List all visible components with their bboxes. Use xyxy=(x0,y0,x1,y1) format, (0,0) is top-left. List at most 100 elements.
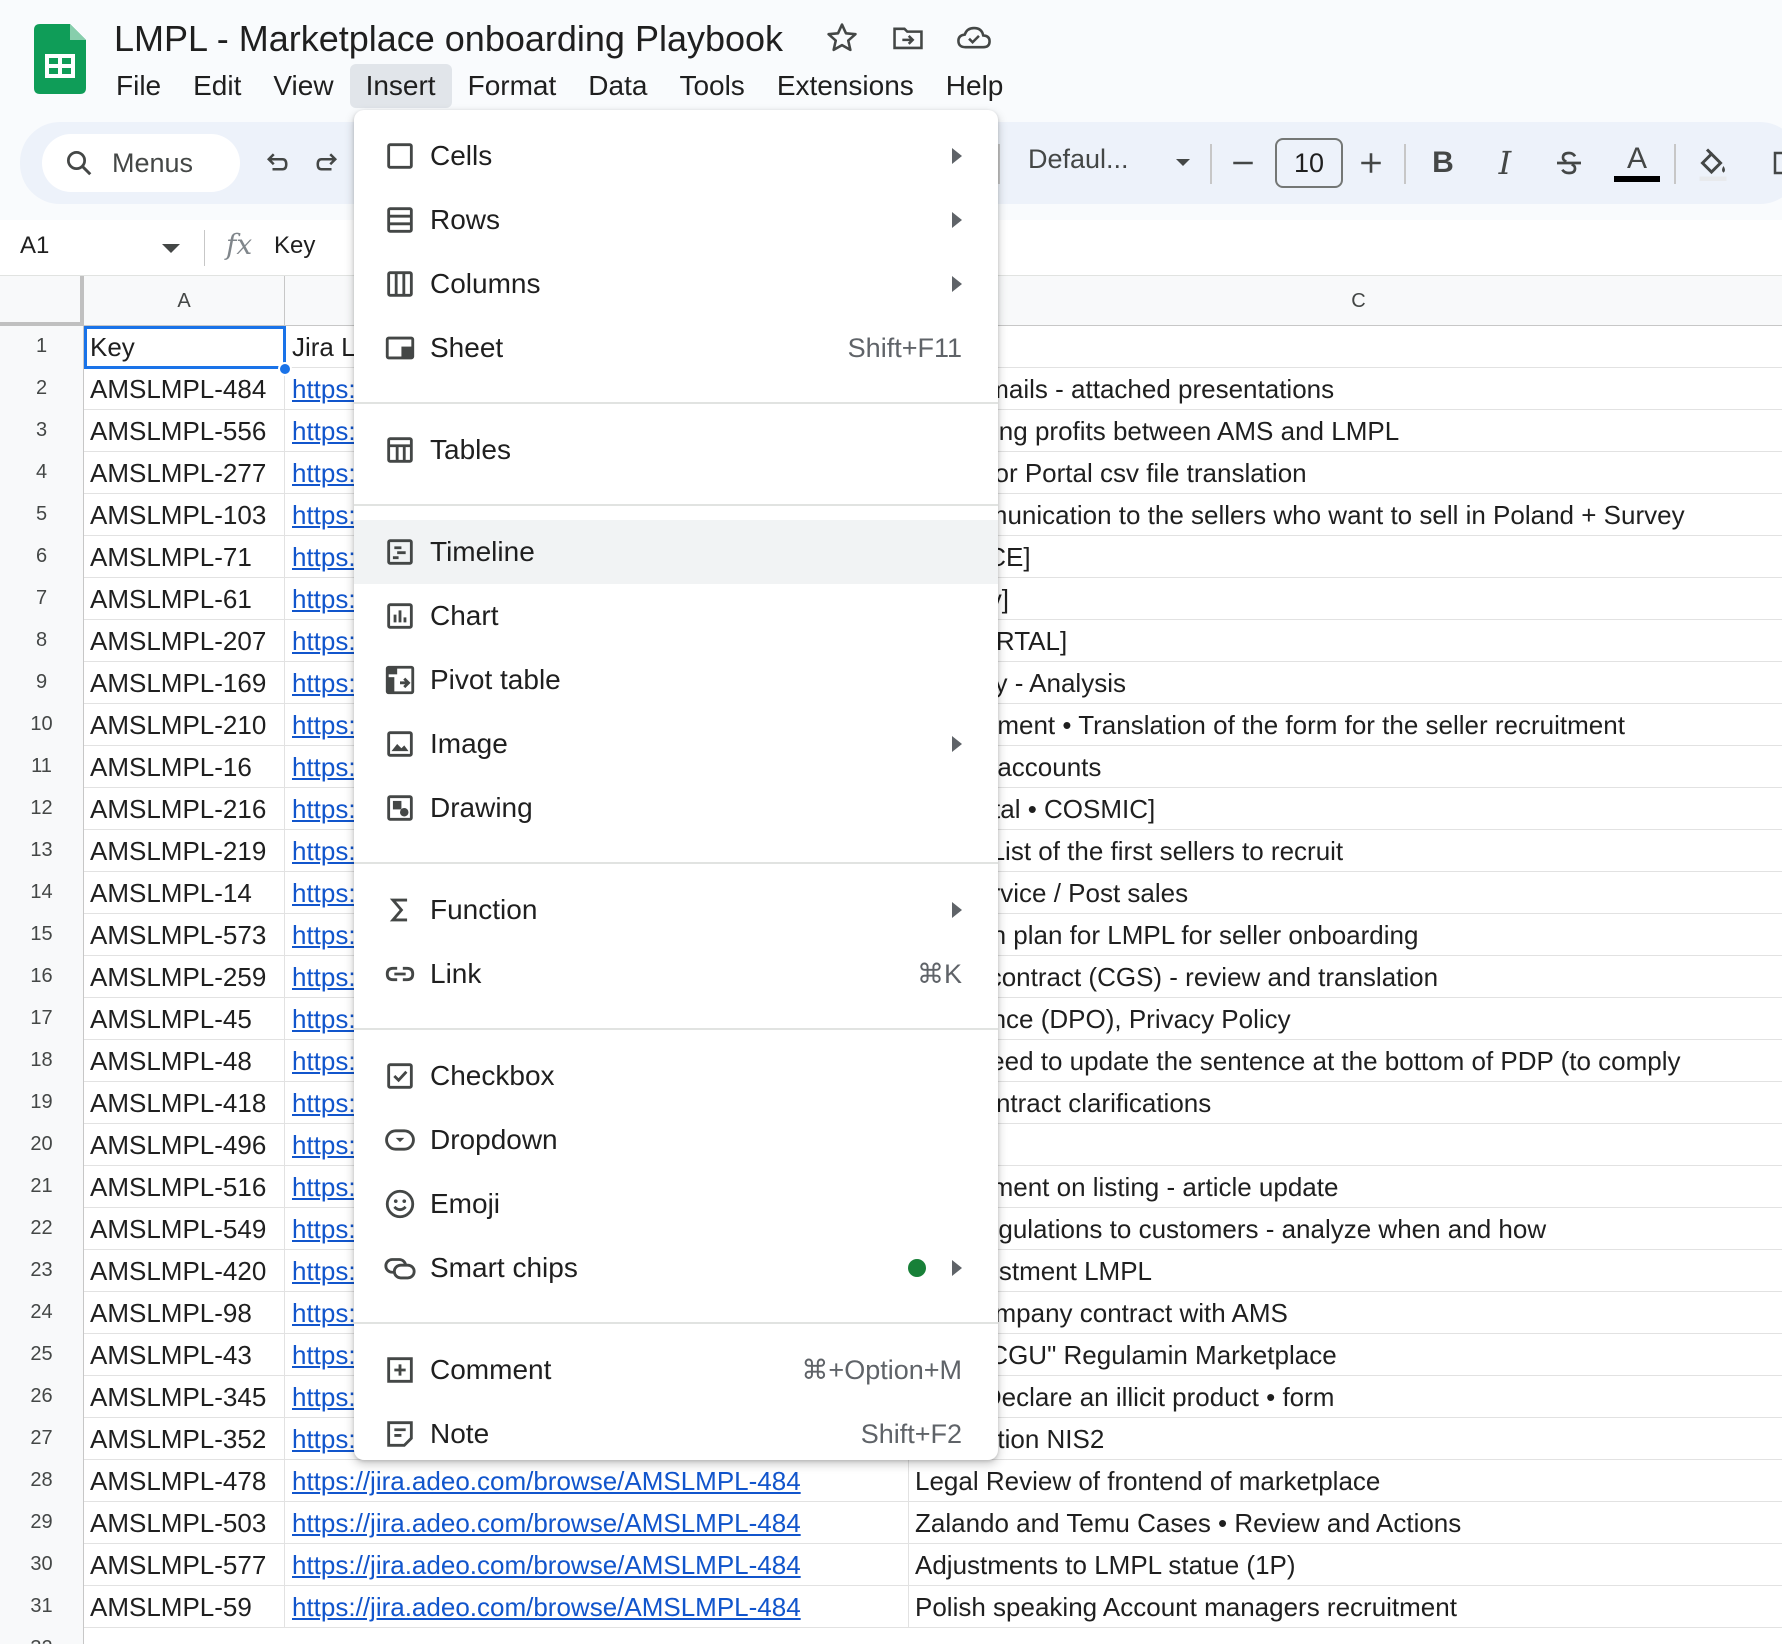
cell-summary-header[interactable]: ary xyxy=(909,326,1782,368)
row-number[interactable]: 13 xyxy=(0,830,84,872)
row-number[interactable]: 25 xyxy=(0,1334,84,1376)
row-number[interactable]: 24 xyxy=(0,1292,84,1334)
text-color-button[interactable]: A xyxy=(1614,140,1660,186)
cell-summary[interactable]: Polish speaking Account managers recruit… xyxy=(909,1586,1782,1628)
chevron-down-icon[interactable] xyxy=(1160,140,1206,186)
row-number[interactable]: 19 xyxy=(0,1082,84,1124)
cell-key[interactable]: AMSLMPL-219 xyxy=(84,830,285,872)
row-number[interactable]: 14 xyxy=(0,872,84,914)
menu-item-link[interactable]: Link ⌘K xyxy=(354,942,998,1006)
row-number[interactable]: 8 xyxy=(0,620,84,662)
cell-summary[interactable]: tor Portal • COSMIC] xyxy=(909,788,1782,830)
row-number[interactable]: 7 xyxy=(0,578,84,620)
row-number[interactable]: 30 xyxy=(0,1544,84,1586)
cell-summary[interactable] xyxy=(909,1124,1782,1166)
row-number[interactable]: 32 xyxy=(0,1628,84,1644)
menu-file[interactable]: File xyxy=(100,64,177,108)
decrease-font-size-icon[interactable] xyxy=(1220,140,1266,186)
row-number[interactable]: 4 xyxy=(0,452,84,494)
menu-format[interactable]: Format xyxy=(452,64,573,108)
column-header-c[interactable]: C xyxy=(909,276,1782,326)
undo-icon[interactable] xyxy=(252,140,298,186)
cell-summary[interactable]: ompliance (DPO), Privacy Policy xyxy=(909,998,1782,1040)
row-number[interactable]: 15 xyxy=(0,914,84,956)
menu-item-timeline[interactable]: Timeline xyxy=(354,520,998,584)
cell-summary[interactable]: n communication to the sellers who want … xyxy=(909,494,1782,536)
sheets-logo-icon[interactable] xyxy=(34,24,86,94)
menu-tools[interactable]: Tools xyxy=(663,64,760,108)
cell-key[interactable]: AMSLMPL-420 xyxy=(84,1250,285,1292)
menu-extensions[interactable]: Extensions xyxy=(761,64,930,108)
cell-key[interactable]: AMSLMPL-549 xyxy=(84,1208,285,1250)
strikethrough-icon[interactable] xyxy=(1546,140,1592,186)
cell-key[interactable]: AMSLMPL-71 xyxy=(84,536,285,578)
row-number[interactable]: 10 xyxy=(0,704,84,746)
cell-summary[interactable]: verification NIS2 xyxy=(909,1418,1782,1460)
cell-summary[interactable]: Recruitment • Translation of the form fo… xyxy=(909,704,1782,746)
italic-button[interactable]: I xyxy=(1482,140,1528,186)
cell-key[interactable]: AMSLMPL-418 xyxy=(84,1082,285,1124)
menu-item-sheet[interactable]: Sheet Shift+F11 xyxy=(354,316,998,380)
borders-icon[interactable] xyxy=(1762,140,1782,186)
star-icon[interactable] xyxy=(822,18,862,58)
menu-item-rows[interactable]: Rows xyxy=(354,188,998,252)
cell-key[interactable]: AMSLMPL-259 xyxy=(84,956,285,998)
bold-button[interactable]: B xyxy=(1420,140,1466,186)
row-number[interactable]: 9 xyxy=(0,662,84,704)
cell-summary[interactable]: Seller contract (CGS) - review and trans… xyxy=(909,956,1782,998)
cell-key[interactable]: AMSLMPL-577 xyxy=(84,1544,285,1586)
select-all-corner[interactable] xyxy=(0,276,84,326)
cell-jira-link[interactable]: https://jira.adeo.com/browse/AMSLMPL-484 xyxy=(285,1460,909,1502)
cell-summary[interactable]: orm - Declare an illicit product • form xyxy=(909,1376,1782,1418)
menu-item-smart-chips[interactable]: Smart chips xyxy=(354,1236,998,1300)
cloud-saved-icon[interactable] xyxy=(954,18,994,58)
menu-data[interactable]: Data xyxy=(572,64,663,108)
row-number[interactable]: 21 xyxy=(0,1166,84,1208)
cell-key[interactable]: AMSLMPL-277 xyxy=(84,452,285,494)
menu-item-drawing[interactable]: Drawing xyxy=(354,776,998,840)
cell-summary[interactable]: if we need to update the sentence at the… xyxy=(909,1040,1782,1082)
row-number[interactable]: 18 xyxy=(0,1040,84,1082)
menu-item-chart[interactable]: Chart xyxy=(354,584,998,648)
cell-key[interactable]: AMSLMPL-48 xyxy=(84,1040,285,1082)
cell-key[interactable]: AMSLMPL-169 xyxy=(84,662,285,704)
cell-key[interactable]: AMSLMPL-484 xyxy=(84,368,285,410)
menu-edit[interactable]: Edit xyxy=(177,64,257,108)
cell-key[interactable]: AMSLMPL-556 xyxy=(84,410,285,452)
redo-icon[interactable] xyxy=(306,140,352,186)
cell-key[interactable]: AMSLMPL-496 xyxy=(84,1124,285,1166)
name-box-dropdown-icon[interactable] xyxy=(162,244,180,253)
row-number[interactable]: 22 xyxy=(0,1208,84,1250)
cell-summary[interactable]: SFORCE] xyxy=(909,536,1782,578)
menu-insert[interactable]: Insert xyxy=(349,64,452,108)
cell-summary[interactable]: ner Service / Post sales xyxy=(909,872,1782,914)
menu-item-image[interactable]: Image xyxy=(354,712,998,776)
fill-color-icon[interactable] xyxy=(1690,140,1736,186)
cell-summary[interactable]: PROD accounts xyxy=(909,746,1782,788)
cell-summary[interactable]: orce emails - attached presentations xyxy=(909,368,1782,410)
cell-summary[interactable]: e action plan for LMPL for seller onboar… xyxy=(909,914,1782,956)
row-number[interactable]: 27 xyxy=(0,1418,84,1460)
row-number[interactable]: 20 xyxy=(0,1124,84,1166)
cell-jira-link[interactable]: https://jira.adeo.com/browse/AMSLMPL-484 xyxy=(285,1586,909,1628)
menu-item-checkbox[interactable]: Checkbox xyxy=(354,1044,998,1108)
cell-jira-link[interactable]: https://jira.adeo.com/browse/AMSLMPL-484 xyxy=(285,1502,909,1544)
cell-key[interactable]: AMSLMPL-207 xyxy=(84,620,285,662)
cell-key[interactable]: AMSLMPL-210 xyxy=(84,704,285,746)
cell-summary[interactable]: P24 contract clarifications xyxy=(909,1082,1782,1124)
cell-key[interactable]: AMSLMPL-59 xyxy=(84,1586,285,1628)
cell-jira-link[interactable]: https://jira.adeo.com/browse/AMSLMPL-484 xyxy=(285,1544,909,1586)
fill-handle[interactable] xyxy=(278,362,292,376)
cell-summary[interactable]: t placement on listing - article update xyxy=(909,1166,1782,1208)
row-number[interactable]: 26 xyxy=(0,1376,84,1418)
row-number[interactable]: 2 xyxy=(0,368,84,410)
cell-summary[interactable]: g 3P regulations to customers - analyze … xyxy=(909,1208,1782,1250)
cell-key[interactable]: AMSLMPL-14 xyxy=(84,872,285,914)
cell-key[interactable]: AMSLMPL-216 xyxy=(84,788,285,830)
menu-view[interactable]: View xyxy=(257,64,349,108)
cell-key[interactable]: AMSLMPL-352 xyxy=(84,1418,285,1460)
row-number[interactable]: 12 xyxy=(0,788,84,830)
row-number[interactable]: 28 xyxy=(0,1460,84,1502)
row-number[interactable]: 1 xyxy=(0,326,84,368)
menu-item-columns[interactable]: Columns xyxy=(354,252,998,316)
